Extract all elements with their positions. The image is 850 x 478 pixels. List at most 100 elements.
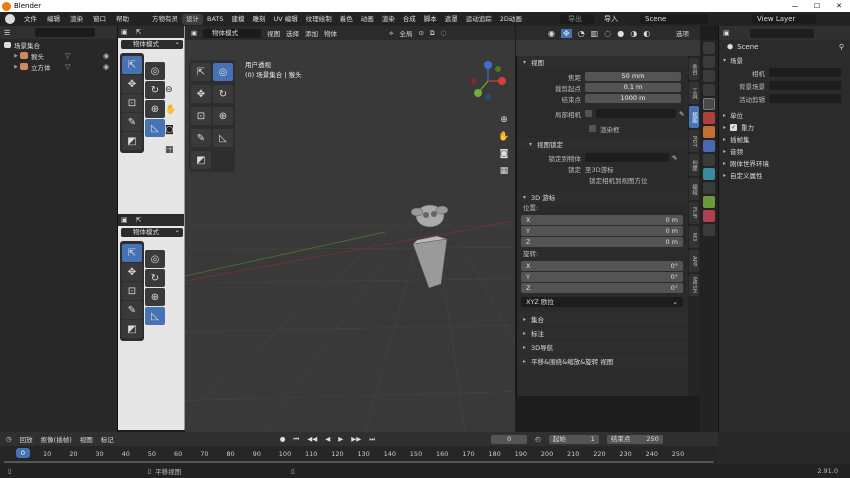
transform-tool-icon[interactable]: ⊕ [145, 288, 165, 306]
select-mode-icon[interactable]: ⇱ [136, 216, 142, 224]
record-icon[interactable]: ● [280, 435, 286, 443]
workspace-tab-3[interactable]: 建模 [228, 12, 249, 26]
editor-type-icon[interactable]: ▣ [723, 29, 730, 37]
expand-icon[interactable]: ▶ [12, 53, 20, 59]
scene-properties-icon[interactable] [703, 98, 715, 110]
menu-edit[interactable]: 编辑 [42, 12, 65, 26]
local-camera-checkbox[interactable] [585, 110, 592, 117]
next-keyframe-icon[interactable]: ▶▶ [351, 435, 361, 443]
cursor-location-z[interactable]: Z0 m [521, 237, 683, 247]
overlay-toggle-icon[interactable]: ◔ [578, 29, 585, 38]
tool-properties-icon[interactable] [703, 42, 715, 54]
timeline-menu-playback[interactable]: 回放 [20, 434, 33, 444]
tab-edit[interactable]: 编辑 [689, 178, 699, 200]
workspace-tab-12[interactable]: 遮罩 [441, 12, 462, 26]
units-panel-header[interactable]: 单位 [719, 109, 850, 121]
view-lock-panel-header[interactable]: 视图锁定 [517, 138, 688, 150]
start-frame-field[interactable]: 起始 1 [548, 434, 599, 444]
expand-icon[interactable]: ▶ [12, 64, 20, 70]
cursor-tool-icon[interactable]: ◎ [145, 62, 165, 80]
3d-cursor-panel-header[interactable]: 3D 游标 [517, 191, 688, 203]
cursor-location-y[interactable]: Y0 m [521, 226, 683, 236]
workspace-tab-1[interactable]: 设计 [182, 13, 203, 25]
rendered-shading-icon[interactable]: ◐ [643, 29, 650, 38]
physics-properties-icon[interactable] [703, 168, 715, 180]
editor-type-icon[interactable]: ▣ [121, 216, 128, 224]
tab-m3[interactable]: M3 [689, 226, 699, 248]
texture-properties-icon[interactable] [703, 224, 715, 236]
outliner-item[interactable]: ▶ 立方体 ▽ ◉ [0, 61, 117, 72]
3d-nav-panel-header[interactable]: 3D导航 [517, 341, 688, 353]
annotate-tool-icon[interactable]: ✎ [122, 113, 142, 131]
workspace-tab-14[interactable]: 2D动画 [496, 12, 526, 26]
zoom-icon[interactable]: ⊕ [497, 112, 511, 129]
select-mode-icon[interactable]: ⇱ [136, 28, 142, 36]
visibility-eye-icon[interactable]: ◉ [103, 63, 109, 71]
annotate-tool-icon[interactable]: ✎ [122, 301, 142, 319]
jump-end-icon[interactable]: ⏭ [369, 435, 375, 444]
maximize-button[interactable]: ☐ [806, 0, 828, 12]
focal-length-field[interactable]: 50 mm [585, 72, 681, 81]
gravity-panel-header[interactable]: ✓ 重力 [719, 121, 850, 133]
rotation-mode-selector[interactable]: XYZ 欧拉 ⌄ [521, 297, 683, 307]
visibility-eye-icon[interactable]: ◉ [103, 52, 109, 60]
view-layer-properties-icon[interactable] [703, 84, 715, 96]
zoom-icon[interactable]: ⊖ [165, 80, 179, 100]
outliner-editor-icon[interactable]: ☰ [4, 29, 10, 37]
timeline-menu-keying[interactable]: 抠像(插帧) [41, 434, 72, 444]
camera-icon[interactable]: ◙ [165, 120, 179, 140]
material-properties-icon[interactable] [703, 210, 715, 222]
workspace-tab-13[interactable]: 运动追踪 [462, 12, 496, 26]
workspace-tab-9[interactable]: 渲染 [378, 12, 399, 26]
clip-end-field[interactable]: 1000 m [585, 94, 681, 103]
export-field[interactable]: 导出 [560, 14, 594, 24]
constraint-properties-icon[interactable] [703, 182, 715, 194]
eyedropper-icon[interactable]: ✎ [672, 154, 677, 162]
menu-help[interactable]: 帮助 [111, 12, 134, 26]
move-tool-icon[interactable]: ✥ [122, 263, 142, 281]
play-reverse-icon[interactable]: ◀ [325, 435, 330, 443]
workspace-tab-10[interactable]: 合成 [399, 12, 420, 26]
modifier-properties-icon[interactable] [703, 140, 715, 152]
cursor-location-x[interactable]: X0 m [521, 215, 683, 225]
tab-create[interactable]: 创建 [689, 154, 699, 176]
lock-cursor-label[interactable]: 至3D游标 [585, 164, 614, 174]
camera-field[interactable] [769, 68, 841, 77]
camera-icon[interactable]: ◙ [497, 146, 511, 163]
outliner-root[interactable]: 场景集合 [0, 39, 117, 50]
collections-panel-header[interactable]: 集合 [517, 313, 688, 325]
tab-pdt[interactable]: PDT [689, 130, 699, 152]
workspace-tab-6[interactable]: 纹理绘制 [302, 12, 336, 26]
scene-panel-header[interactable]: 场景 [719, 54, 850, 66]
pan-zoom-panel-header[interactable]: 平移&围绕&缩放&旋转 视图 [517, 355, 688, 367]
material-shading-icon[interactable]: ◑ [630, 29, 637, 38]
gizmo-toggle-icon[interactable]: ✥ [560, 28, 572, 38]
jump-start-icon[interactable]: ⏮ [293, 435, 299, 444]
add-cube-tool-icon[interactable]: ◩ [122, 320, 142, 338]
solid-shading-icon[interactable]: ● [617, 29, 624, 38]
tab-mesh[interactable]: MESH [689, 274, 699, 296]
move-tool-icon[interactable]: ✥ [122, 75, 142, 93]
clip-start-field[interactable]: 0.1 m [585, 83, 681, 92]
workspace-tab-5[interactable]: UV 编辑 [270, 12, 302, 26]
cursor-tool-icon[interactable]: ◎ [145, 250, 165, 268]
visibility-icon[interactable]: ◉ [548, 29, 555, 38]
grid-icon[interactable]: ▦ [165, 140, 179, 160]
import-button[interactable]: 导入 [604, 13, 618, 25]
audio-panel-header[interactable]: 音频 [719, 145, 850, 157]
output-properties-icon[interactable] [703, 70, 715, 82]
current-frame-marker[interactable]: 0 [16, 448, 30, 458]
workspace-tab-8[interactable]: 动画 [357, 12, 378, 26]
background-scene-field[interactable] [769, 81, 841, 90]
current-frame-field[interactable]: 0 [491, 434, 528, 444]
menu-window[interactable]: 窗口 [88, 12, 111, 26]
prev-keyframe-icon[interactable]: ◀◀ [307, 435, 317, 443]
particle-properties-icon[interactable] [703, 154, 715, 166]
scale-tool-icon[interactable]: ⊡ [122, 282, 142, 300]
gravity-checkbox[interactable]: ✓ [730, 123, 738, 131]
end-frame-field[interactable]: 结束点 250 [606, 434, 663, 444]
add-cube-tool-icon[interactable]: ◩ [122, 132, 142, 150]
rotate-tool-icon[interactable]: ↻ [145, 269, 165, 287]
menu-file[interactable]: 文件 [19, 12, 42, 26]
select-box-tool-icon[interactable]: ⇱ [122, 56, 142, 74]
